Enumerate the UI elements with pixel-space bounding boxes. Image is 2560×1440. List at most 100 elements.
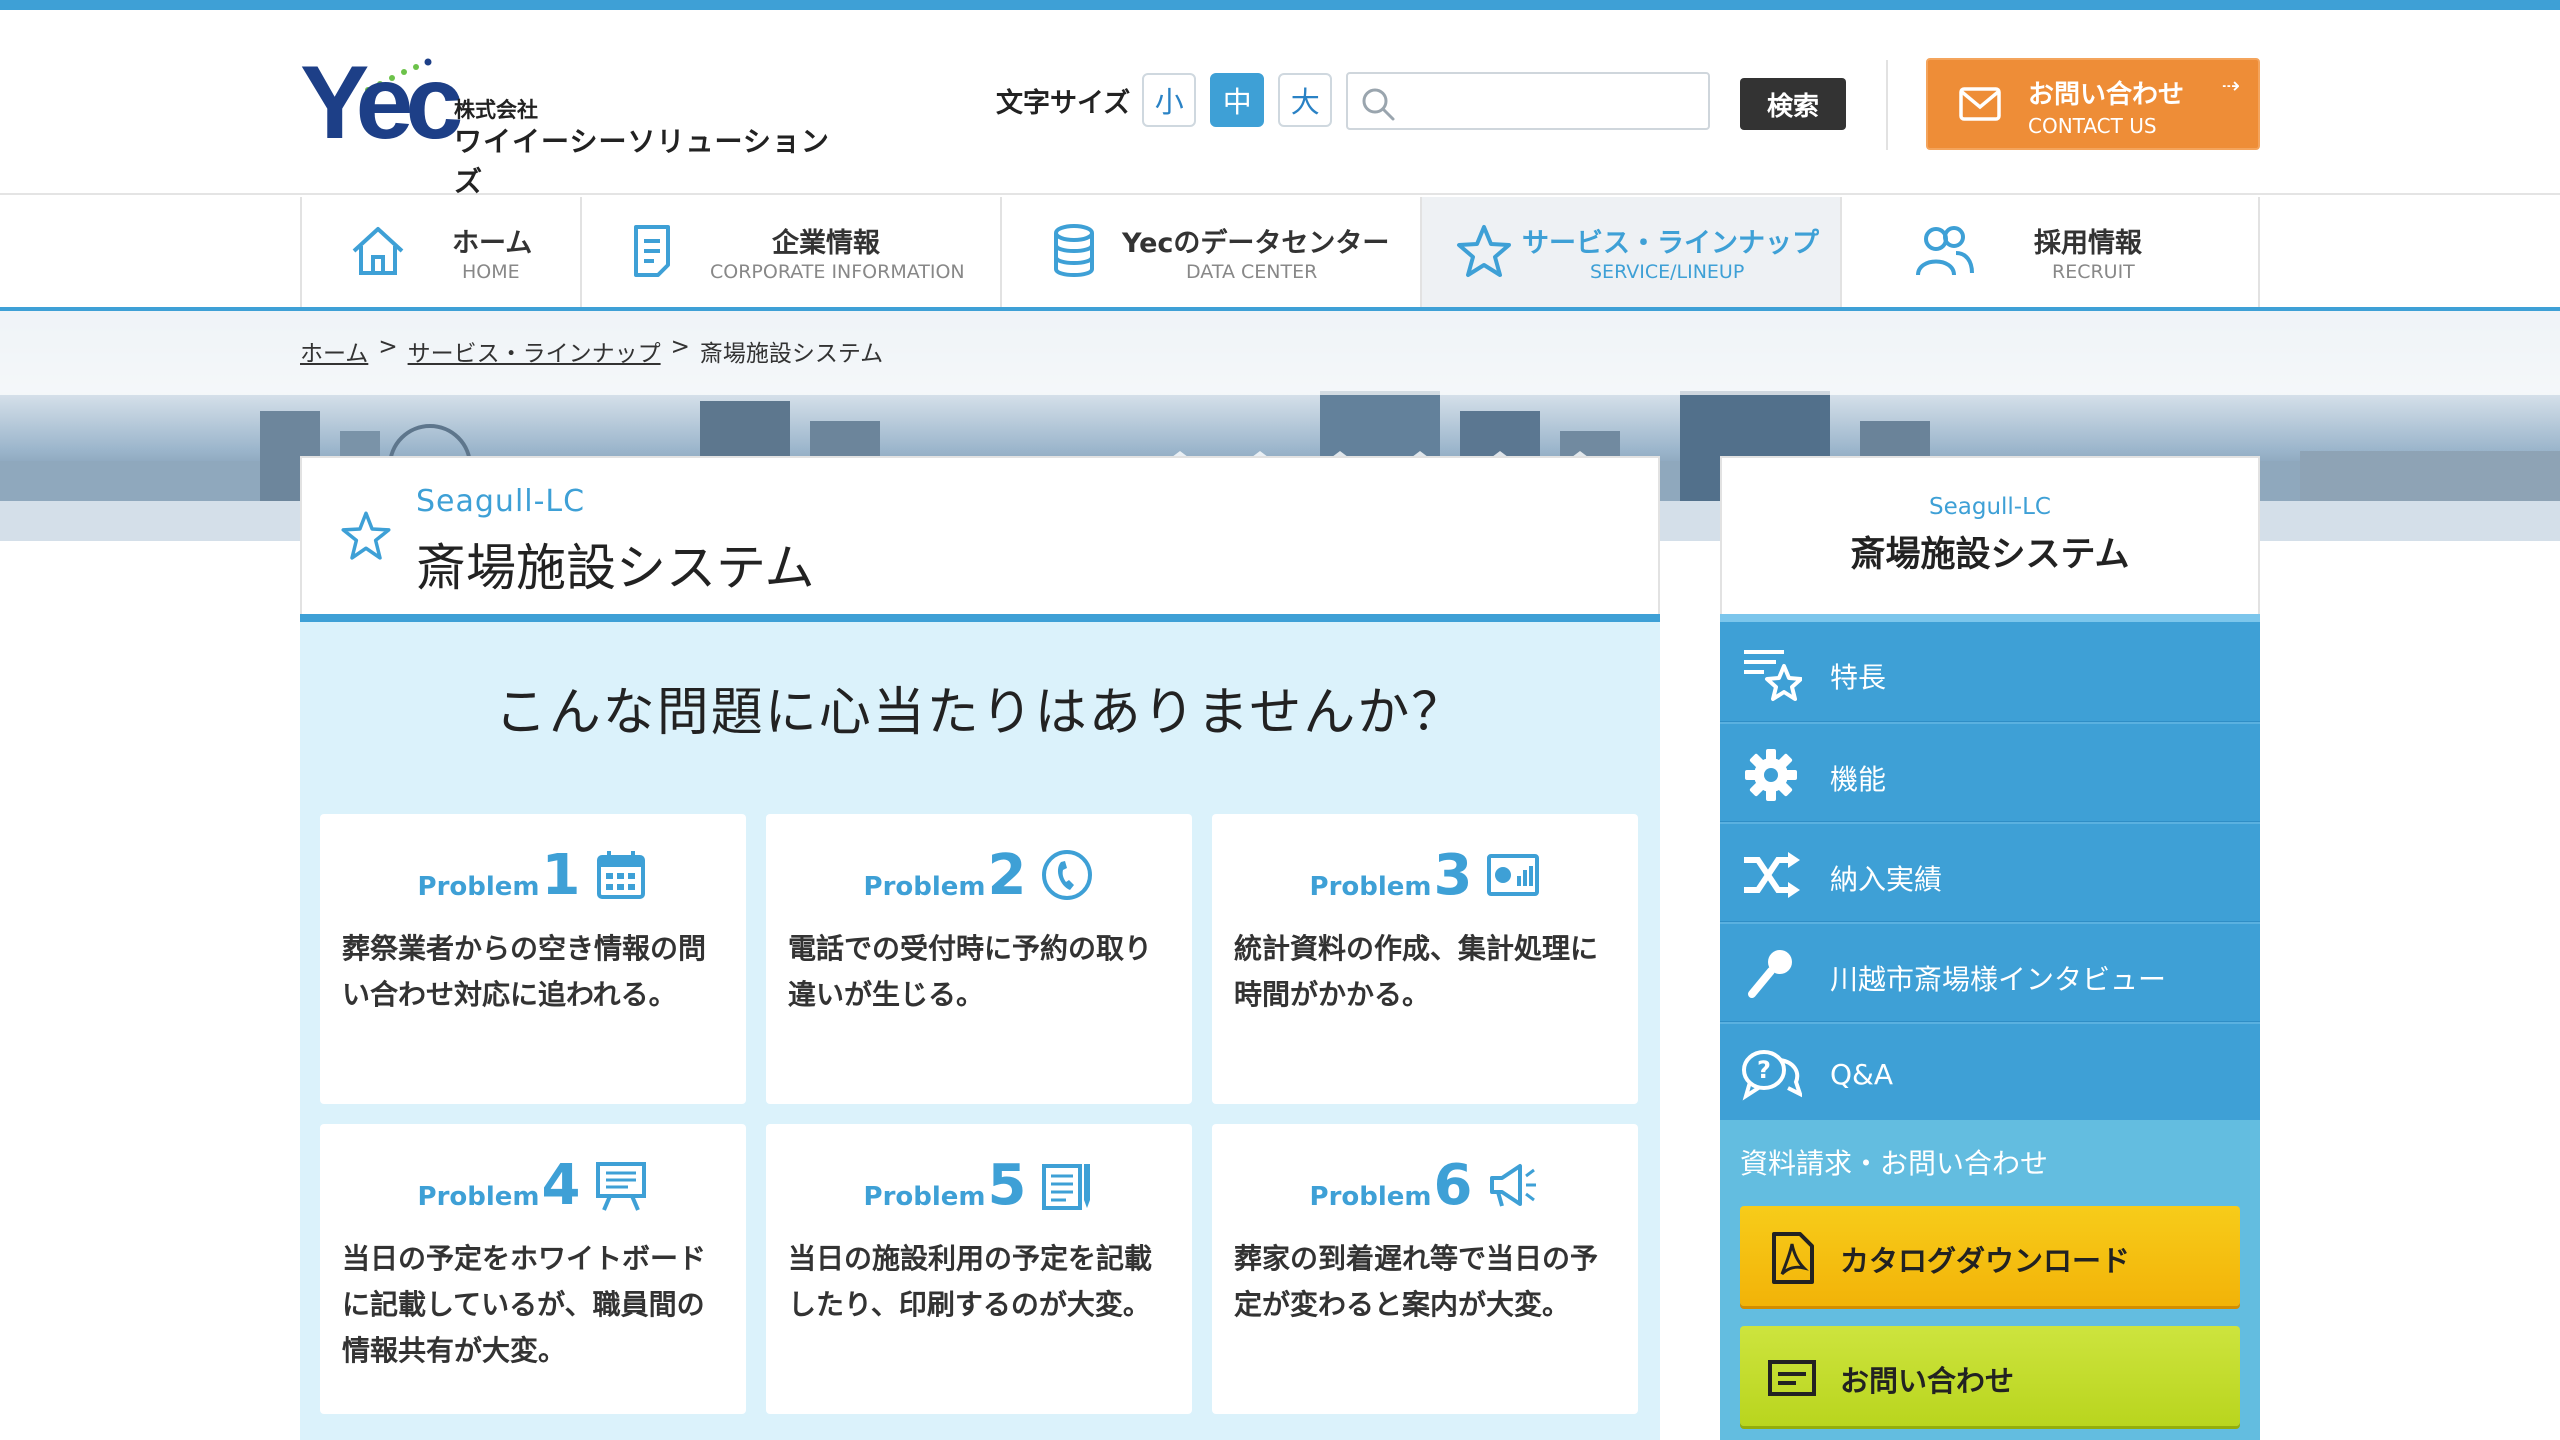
shuffle-icon (1744, 852, 1800, 898)
home-icon (352, 227, 404, 275)
problems-section: こんな問題に心当たりはありませんか？ Problem 1 葬祭業者からの空き情報… (300, 622, 1660, 1440)
sidebar-subtitle: Seagull-LC (1929, 494, 2051, 520)
document-icon (634, 225, 670, 277)
sidebar-title: 斎場施設システム (1850, 535, 2130, 575)
problem-text: 葬祭業者からの空き情報の問い合わせ対応に追われる。 (342, 932, 707, 1011)
problem-text: 電話での受付時に予約の取り違いが生じる。 (788, 932, 1153, 1011)
problem-number: 2 (987, 843, 1027, 908)
breadcrumb-current: 斎場施設システム (699, 341, 884, 367)
gear-icon (1745, 749, 1797, 801)
breadcrumb-link-home[interactable]: ホーム (300, 334, 368, 368)
breadcrumb-separator: > (670, 334, 690, 360)
arrow-right-icon: ⇢ (2221, 74, 2240, 99)
nav-label: ホーム (452, 228, 533, 259)
company-logo[interactable]: Yec 株式会社 ワイイーシーソリューションズ (300, 48, 840, 198)
font-size-switcher: 文字サイズ 小 中 大 (996, 72, 1346, 128)
nav-label: 企業情報 (772, 228, 880, 259)
sidebar-item-label: 機能 (1830, 763, 1887, 796)
problem-word: Problem (1309, 872, 1432, 902)
problem-card: Problem 2 電話での受付時に予約の取り違いが生じる。 (766, 814, 1192, 1104)
sidebar-item-features[interactable]: 特長 (1720, 614, 2260, 722)
sidebar-menu: 特長 機能 納入実績 川越市斎場様インタビュー ? Q&A (1720, 614, 2260, 1122)
form-icon (1768, 1360, 1816, 1396)
sidebar-item-label: 川越市斎場様インタビュー (1830, 963, 2167, 996)
search-button[interactable]: 検索 (1740, 78, 1846, 130)
problems-grid: Problem 1 葬祭業者からの空き情報の問い合わせ対応に追われる。 Prob… (320, 814, 1640, 1414)
contact-us-button[interactable]: お問い合わせ CONTACT US ⇢ (1926, 58, 2260, 150)
search-input[interactable] (1406, 80, 1702, 122)
whiteboard-icon (596, 1162, 647, 1211)
calendar-icon (597, 851, 646, 899)
font-size-small-button[interactable]: 小 (1142, 73, 1197, 127)
list-star-icon (1744, 650, 1802, 701)
breadcrumb: ホーム > サービス・ラインナップ > 斎場施設システム (300, 334, 883, 368)
page-subtitle: Seagull-LC (416, 484, 586, 519)
problem-heading: Problem 6 (1212, 1158, 1638, 1214)
inquiry-label: お問い合わせ (1840, 1364, 2015, 1398)
problem-number: 5 (987, 1153, 1027, 1218)
top-accent-bar (0, 0, 2560, 10)
breadcrumb-link-service[interactable]: サービス・ラインナップ (408, 334, 661, 368)
database-icon (1054, 224, 1094, 277)
nav-sublabel: HOME (462, 261, 520, 283)
sidebar-item-label: 納入実績 (1830, 863, 1943, 896)
problem-heading: Problem 1 (320, 848, 746, 904)
inquiry-button[interactable]: お問い合わせ (1740, 1326, 2240, 1426)
font-size-medium-button[interactable]: 中 (1210, 73, 1265, 127)
site-header: Yec 株式会社 ワイイーシーソリューションズ 文字サイズ 小 中 大 検索 お… (0, 10, 2560, 198)
problem-text: 当日の予定をホワイトボードに記載しているが、職員間の情報共有が大変。 (342, 1242, 707, 1367)
star-icon (1457, 225, 1511, 277)
svg-text:?: ? (1757, 1056, 1771, 1084)
breadcrumb-separator: > (378, 334, 398, 360)
people-icon (1916, 226, 1974, 276)
catalog-download-label: カタログダウンロード (1840, 1244, 2131, 1278)
nav-sublabel: DATA CENTER (1186, 261, 1318, 283)
problem-card: Problem 1 葬祭業者からの空き情報の問い合わせ対応に追われる。 (320, 814, 746, 1104)
phone-icon (1042, 850, 1093, 900)
search-icon (1362, 88, 1395, 121)
sidebar-item-interview[interactable]: 川越市斎場様インタビュー (1720, 922, 2260, 1022)
header-divider (1886, 60, 1888, 150)
problem-word: Problem (863, 1182, 986, 1212)
problem-heading: Problem 5 (766, 1153, 1192, 1218)
sidebar-item-delivery-record[interactable]: 納入実績 (1720, 822, 2260, 922)
nav-item-recruit[interactable]: 採用情報 RECRUIT (1840, 197, 2260, 307)
search-box (1346, 72, 1710, 130)
problem-text: 統計資料の作成、集計処理に時間がかかる。 (1234, 932, 1599, 1011)
nav-sublabel: SERVICE/LINEUP (1590, 261, 1745, 283)
nav-item-service[interactable]: サービス・ラインナップ SERVICE/LINEUP (1420, 197, 1840, 307)
sidebar-contact-section: 資料請求・お問い合わせ カタログダウンロード お問い合わせ (1720, 1120, 2260, 1440)
sidebar-item-label: 特長 (1830, 661, 1887, 694)
problem-number: 4 (541, 1153, 581, 1218)
sidebar-item-functions[interactable]: 機能 (1720, 722, 2260, 822)
nav-label: Yecのデータセンター (1122, 228, 1390, 259)
problems-heading: こんな問題に心当たりはありませんか？ (494, 683, 1466, 743)
nav-item-corporate[interactable]: 企業情報 CORPORATE INFORMATION (580, 197, 1000, 307)
chart-icon (1487, 854, 1540, 896)
problem-word: Problem (417, 1182, 540, 1212)
font-size-label: 文字サイズ (996, 87, 1131, 119)
catalog-download-button[interactable]: カタログダウンロード (1740, 1206, 2240, 1306)
microphone-icon (1748, 950, 1792, 998)
nav-item-datacenter[interactable]: Yecのデータセンター DATA CENTER (1000, 197, 1420, 307)
nav-label: サービス・ラインナップ (1522, 228, 1819, 259)
sidebar-item-qa[interactable]: ? Q&A (1720, 1022, 2260, 1122)
problem-text: 葬家の到着遅れ等で当日の予定が変わると案内が大変。 (1234, 1242, 1599, 1321)
pdf-icon (1772, 1232, 1814, 1284)
problem-text: 当日の施設利用の予定を記載したり、印刷するのが大変。 (788, 1242, 1153, 1321)
global-nav: ホーム HOME 企業情報 CORPORATE INFORMATION Yecの… (300, 197, 2260, 307)
question-bubble-icon: ? (1742, 1050, 1802, 1101)
title-underline (300, 614, 1660, 622)
logo-company-name: ワイイーシーソリューションズ (454, 125, 830, 198)
problem-word: Problem (1309, 1182, 1432, 1212)
font-size-large-button[interactable]: 大 (1278, 73, 1333, 127)
nav-item-home[interactable]: ホーム HOME (300, 197, 580, 307)
problem-heading: Problem 2 (766, 843, 1192, 908)
sidebar-contact-heading: 資料請求・お問い合わせ (1740, 1147, 2049, 1180)
problem-card: Problem 6 葬家の到着遅れ等で当日の予定が変わると案内が大変。 (1212, 1124, 1638, 1414)
sidebar-item-label: Q&A (1830, 1058, 1894, 1091)
page-title: 斎場施設システム (416, 539, 815, 597)
contact-us-label: お問い合わせ (2028, 80, 2185, 110)
problem-heading: Problem 4 (320, 1153, 746, 1218)
sidebar-header: Seagull-LC 斎場施設システム (1720, 456, 2260, 614)
